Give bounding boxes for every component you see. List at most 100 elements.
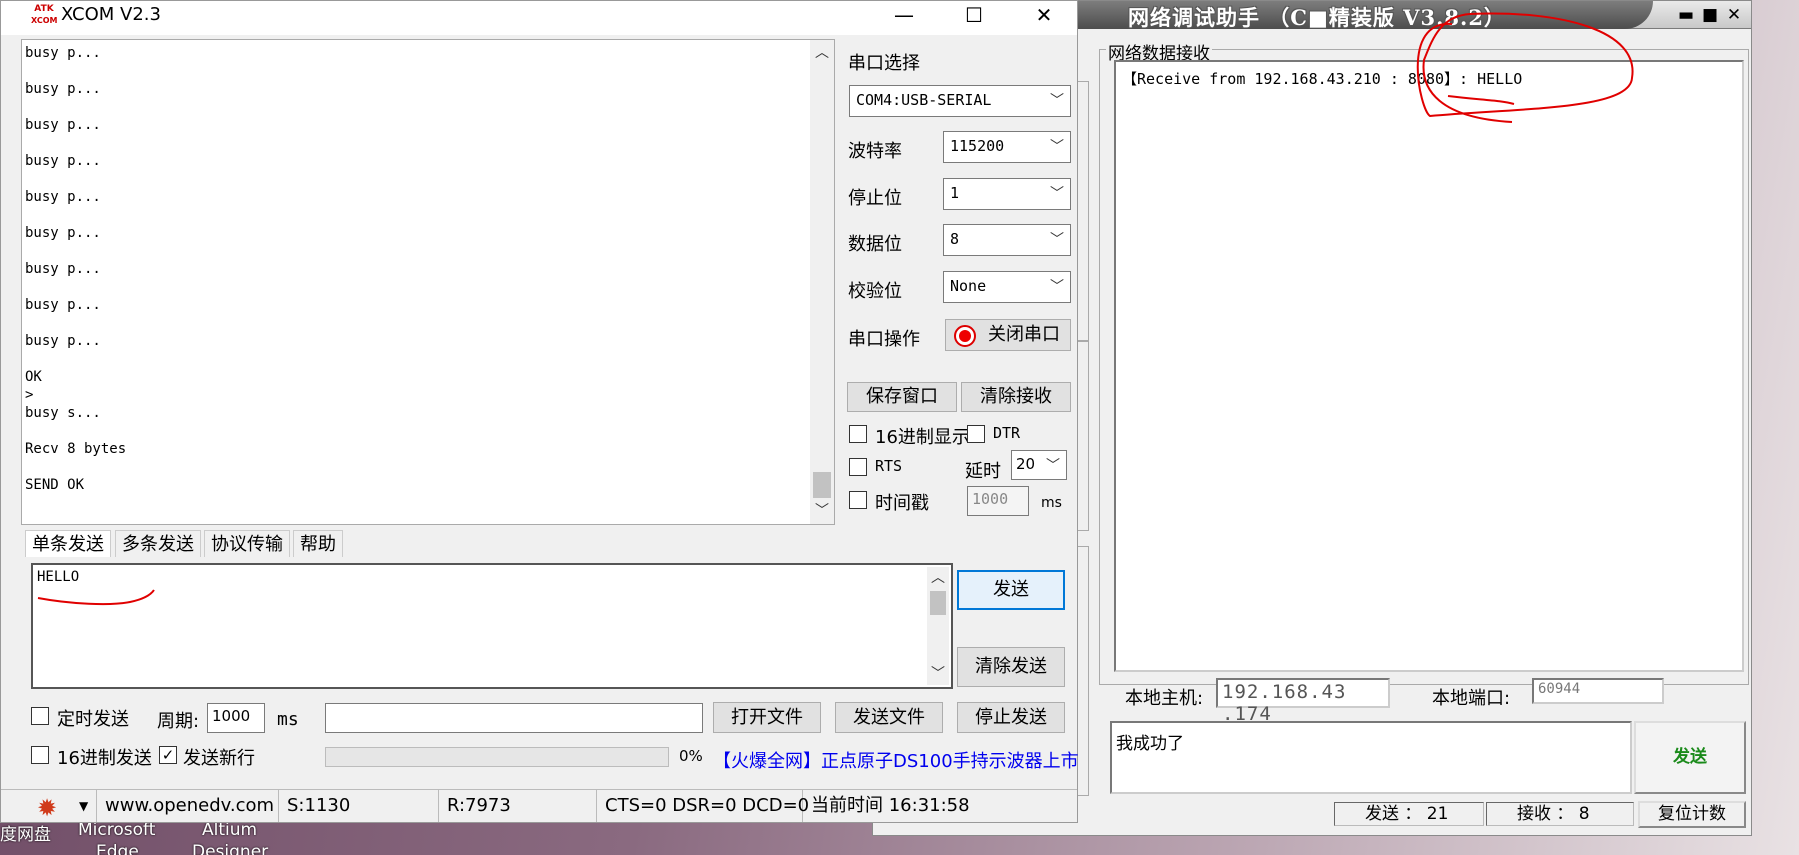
net-send-button[interactable]: 发送 xyxy=(1634,721,1746,794)
net-minimize-button[interactable]: ▬ xyxy=(1675,4,1697,26)
reset-count-button[interactable]: 复位计数 xyxy=(1638,801,1746,828)
chevron-down-icon: ﹀ xyxy=(1050,279,1064,295)
send-progress-bar xyxy=(325,747,669,767)
data-bits-select[interactable]: 8 ﹀ xyxy=(943,224,1071,256)
stop-send-button[interactable]: 停止发送 xyxy=(957,702,1065,733)
recv-line: Recv 8 bytes xyxy=(25,441,127,457)
tab-protocol[interactable]: 协议传输 xyxy=(204,530,290,557)
close-port-button[interactable]: 关闭串口 xyxy=(945,319,1071,351)
xcom-maximize-button[interactable]: ☐ xyxy=(939,1,1009,31)
rts-checkbox[interactable] xyxy=(849,458,867,476)
xcom-minimize-button[interactable]: — xyxy=(869,1,939,31)
chevron-down-icon: ﹀ xyxy=(1050,93,1064,109)
website-link[interactable]: www.openedv.com xyxy=(97,790,279,822)
tab-single-send[interactable]: 单条发送 xyxy=(25,530,111,557)
parity-value: None xyxy=(950,277,987,295)
dtr-checkbox[interactable] xyxy=(967,425,985,443)
local-host-label: 本地主机: xyxy=(1125,688,1204,709)
clear-send-button[interactable]: 清除发送 xyxy=(957,647,1065,687)
send-scrollbar[interactable]: ︿ ﹀ xyxy=(927,567,949,685)
local-host-field[interactable]: 192.168.43 .174 xyxy=(1216,678,1390,725)
save-window-button[interactable]: 保存窗口 xyxy=(847,382,957,412)
data-bits-value: 8 xyxy=(950,230,960,248)
send-scroll-thumb[interactable] xyxy=(930,591,946,615)
delay-select[interactable]: 20 ﹀ xyxy=(1011,450,1067,480)
xcom-title-bar[interactable]: ATK XCOM XCOM V2.3 — ☐ ✕ xyxy=(1,1,1077,35)
open-file-button[interactable]: 打开文件 xyxy=(713,702,821,733)
hex-display-label: 16进制显示 xyxy=(875,427,970,448)
recv-log: busy p... busy p... busy p... busy p... … xyxy=(25,44,126,512)
desktop-label[interactable]: Microsoft xyxy=(78,820,155,840)
xcom-window: ATK XCOM XCOM V2.3 — ☐ ✕ busy p... busy … xyxy=(0,0,1079,823)
rts-label: RTS xyxy=(875,457,903,475)
recv-line: busy p... xyxy=(25,117,101,133)
delay-value: 20 xyxy=(1016,455,1036,473)
send-newline-checkbox[interactable]: ✓ xyxy=(159,746,177,764)
recv-line: OK xyxy=(25,369,42,385)
timestamp-checkbox[interactable] xyxy=(849,491,867,509)
baud-label: 波特率 xyxy=(848,141,902,162)
send-button[interactable]: 发送 xyxy=(957,570,1065,610)
ad-link[interactable]: 【火爆全网】正点原子DS100手持示波器上市 xyxy=(713,747,1079,773)
net-recv-text: 【Receive from 192.168.43.210 : 8080】: HE… xyxy=(1122,70,1523,88)
tab-multi-send[interactable]: 多条发送 xyxy=(115,530,201,557)
recv-line: busy p... xyxy=(25,153,101,169)
net-close-button[interactable]: ✕ xyxy=(1723,4,1745,26)
recv-bytes: R:7973 xyxy=(439,790,597,822)
desktop-label[interactable]: Altium xyxy=(202,820,257,840)
parity-select[interactable]: None ﹀ xyxy=(943,271,1071,303)
scroll-up-icon[interactable]: ︿ xyxy=(810,42,834,64)
chevron-down-icon: ﹀ xyxy=(1050,139,1064,155)
desktop-label[interactable]: Designer xyxy=(192,842,268,855)
gear-icon[interactable]: ✹ xyxy=(37,792,57,824)
send-file-button[interactable]: 发送文件 xyxy=(835,702,943,733)
timestamp-input[interactable]: 1000 xyxy=(967,486,1029,516)
progress-label: 0% xyxy=(679,747,703,765)
net-send-textarea[interactable]: 我成功了 xyxy=(1110,721,1632,794)
period-unit: ms xyxy=(277,709,299,730)
parity-label: 校验位 xyxy=(848,281,902,302)
hex-display-checkbox[interactable] xyxy=(849,425,867,443)
recv-scroll-thumb[interactable] xyxy=(813,472,831,498)
net-maximize-button[interactable]: ■ xyxy=(1699,4,1721,26)
settings-cell[interactable]: ✹ ▼ xyxy=(1,790,97,822)
chevron-down-icon: ﹀ xyxy=(1050,186,1064,202)
scroll-down-icon[interactable]: ﹀ xyxy=(927,663,949,685)
sent-bytes: S:1130 xyxy=(279,790,439,822)
recv-scrollbar[interactable]: ︿ ﹀ xyxy=(810,40,834,524)
file-path-input[interactable] xyxy=(325,703,703,733)
serial-port-value: COM4:USB-SERIAL xyxy=(856,91,992,109)
xcom-close-button[interactable]: ✕ xyxy=(1009,1,1079,31)
local-port-field[interactable]: 60944 xyxy=(1532,678,1664,704)
tab-help[interactable]: 帮助 xyxy=(293,530,343,557)
recv-line: busy p... xyxy=(25,225,101,241)
desktop-label[interactable]: Edge xyxy=(96,842,139,855)
recv-line: busy p... xyxy=(25,45,101,61)
timed-send-checkbox[interactable] xyxy=(31,707,49,725)
local-port-label: 本地端口: xyxy=(1432,688,1511,709)
timestamp-label: 时间戳 xyxy=(875,493,929,514)
net-send-text: 我成功了 xyxy=(1116,734,1184,754)
xcom-recv-area[interactable]: busy p... busy p... busy p... busy p... … xyxy=(21,39,835,525)
serial-port-select[interactable]: COM4:USB-SERIAL ﹀ xyxy=(849,85,1071,117)
scroll-down-icon[interactable]: ﹀ xyxy=(810,500,834,522)
xcom-logo-top: ATK xyxy=(34,4,54,14)
net-sent-count: 发送 ： 21 xyxy=(1334,802,1484,826)
chevron-down-icon: ﹀ xyxy=(1050,232,1064,248)
net-recv-area[interactable]: 【Receive from 192.168.43.210 : 8080】: HE… xyxy=(1114,60,1744,672)
scroll-up-icon[interactable]: ︿ xyxy=(927,567,949,589)
chevron-down-icon: ﹀ xyxy=(1046,458,1060,474)
recv-line: busy p... xyxy=(25,81,101,97)
stop-bits-label: 停止位 xyxy=(848,188,902,209)
xcom-send-text: HELLO xyxy=(37,569,80,585)
recv-line: busy p... xyxy=(25,261,101,277)
baud-select[interactable]: 115200 ﹀ xyxy=(943,131,1071,163)
clear-recv-button[interactable]: 清除接收 xyxy=(961,382,1071,412)
period-input[interactable]: 1000 xyxy=(207,703,265,733)
net-recv-count: 接收 ： 8 xyxy=(1486,802,1634,826)
caret-down-icon[interactable]: ▼ xyxy=(79,790,88,822)
stop-bits-select[interactable]: 1 ﹀ xyxy=(943,178,1071,210)
hex-send-checkbox[interactable] xyxy=(31,746,49,764)
xcom-send-textarea[interactable]: HELLO xyxy=(31,563,953,689)
hex-send-label: 16进制发送 xyxy=(57,748,152,769)
